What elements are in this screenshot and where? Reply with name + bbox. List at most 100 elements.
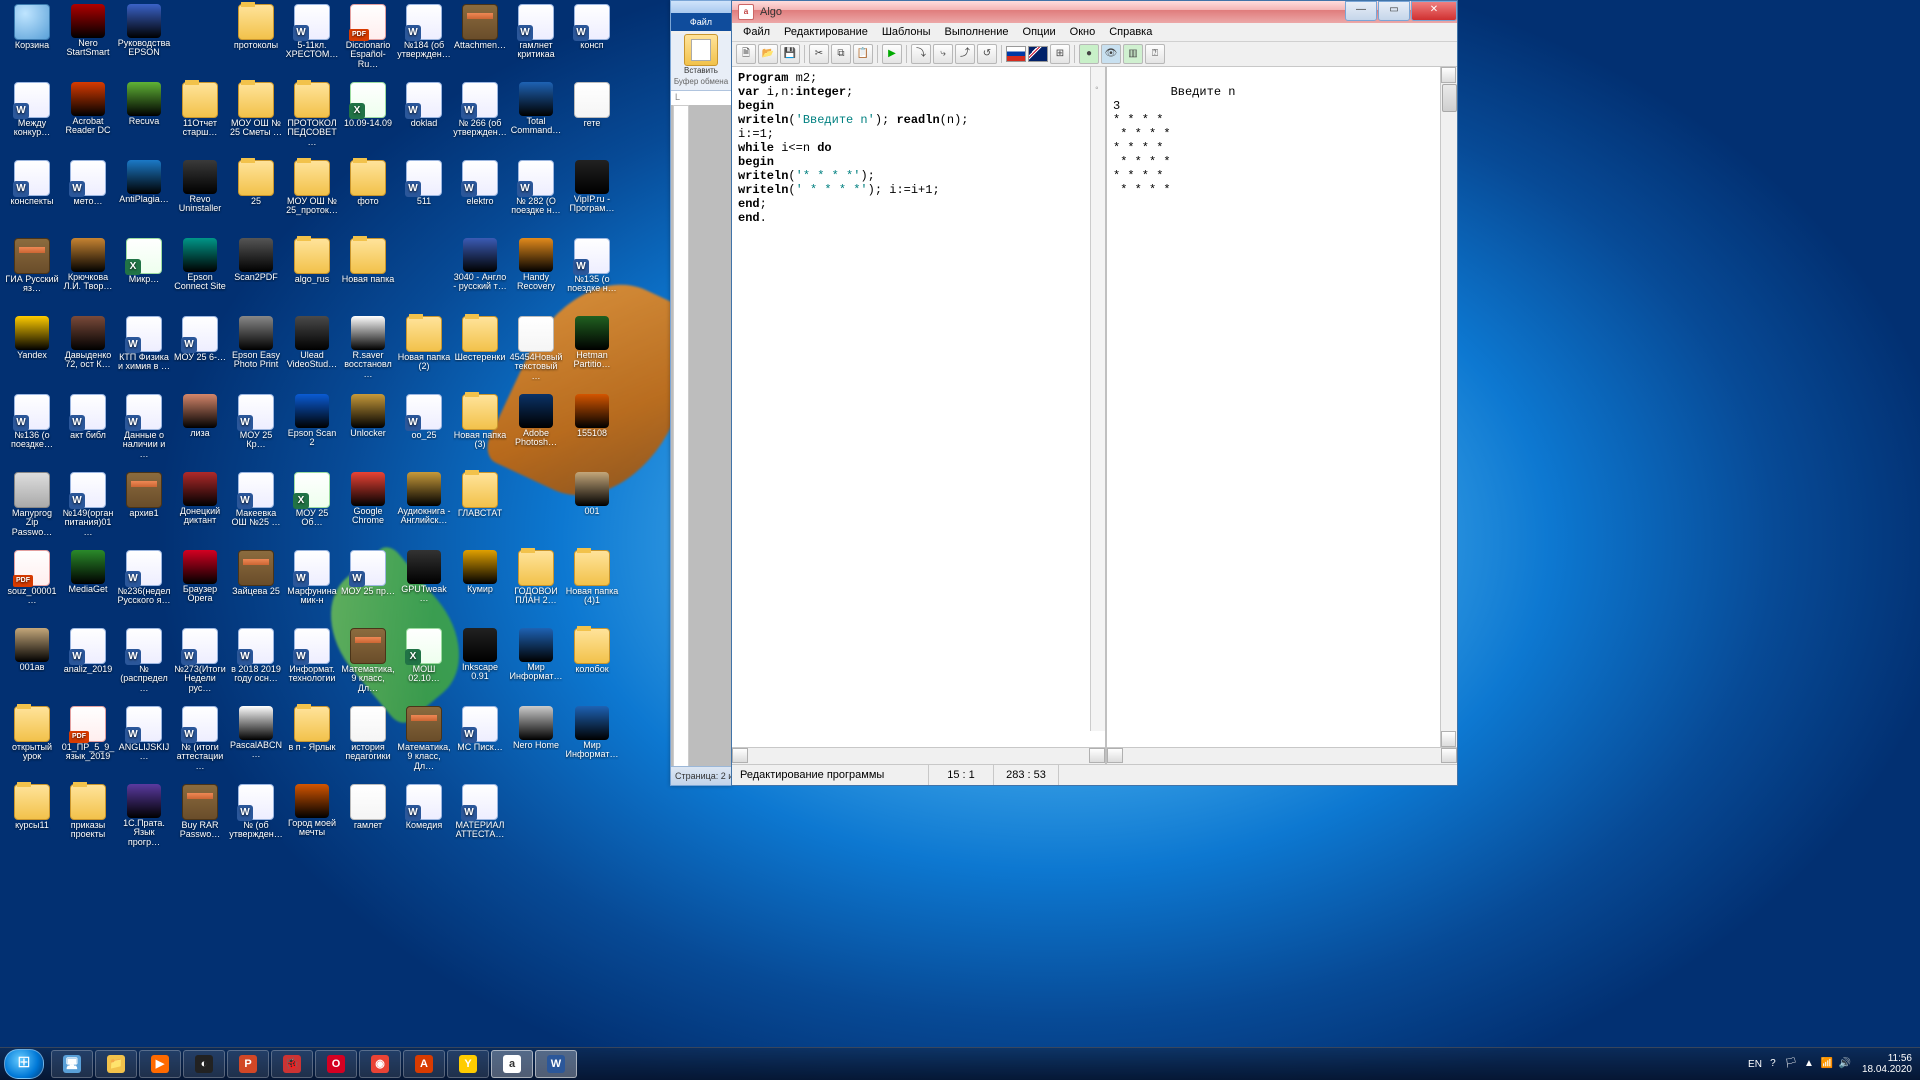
- output-h-scrollbar[interactable]: [1107, 747, 1457, 764]
- desktop-icon[interactable]: курсы11: [5, 782, 59, 856]
- desktop-icon[interactable]: гамлет: [341, 782, 395, 856]
- desktop-icon[interactable]: Давыденко 72, ост К…: [61, 314, 115, 388]
- desktop-icon[interactable]: Кумир: [453, 548, 507, 622]
- desktop-icon[interactable]: МОУ 25 Кр…: [229, 392, 283, 466]
- desktop-icon[interactable]: ГОДОВОЙ ПЛАН 2…: [509, 548, 563, 622]
- taskbar-app-button[interactable]: ▶: [139, 1050, 181, 1078]
- desktop-icon[interactable]: консп: [565, 2, 619, 76]
- word-file-tab[interactable]: Файл: [671, 13, 731, 31]
- output-console[interactable]: Введите n 3 * * * * * * * * * * * * * * …: [1107, 67, 1457, 747]
- desktop-icon[interactable]: №273(Итоги Недели рус…: [173, 626, 227, 700]
- desktop-icon[interactable]: PascalABCN…: [229, 704, 283, 778]
- desktop-icon[interactable]: Epson Scan 2: [285, 392, 339, 466]
- desktop-icon[interactable]: Новая папка (3): [453, 392, 507, 466]
- desktop-icon[interactable]: в п - Ярлык: [285, 704, 339, 778]
- desktop-icon[interactable]: Google Chrome: [341, 470, 395, 544]
- word-window[interactable]: Файл Вставить Буфер обмена Страница: 2 и: [670, 0, 732, 786]
- menu-item[interactable]: Выполнение: [938, 26, 1016, 38]
- word-titlebar[interactable]: [671, 1, 731, 13]
- desktop-icon[interactable]: Браузер Opera: [173, 548, 227, 622]
- desktop-icon[interactable]: Attachmen…: [453, 2, 507, 76]
- desktop-icon[interactable]: Новая папка (4)1: [565, 548, 619, 622]
- desktop-icon[interactable]: Manyprog Zip Passwo…: [5, 470, 59, 544]
- desktop-icon[interactable]: Total Command…: [509, 80, 563, 154]
- help-pointer-icon[interactable]: ⍰: [1145, 44, 1165, 64]
- desktop-icon[interactable]: гете: [565, 80, 619, 154]
- desktop-icon[interactable]: Макеевка ОШ №25 …: [229, 470, 283, 544]
- output-v-scrollbar[interactable]: [1440, 67, 1457, 747]
- desktop-icon[interactable]: VipIP.ru - Програм…: [565, 158, 619, 232]
- taskbar-app-button[interactable]: 🖥: [51, 1050, 93, 1078]
- desktop-icon[interactable]: Nero StartSmart: [61, 2, 115, 76]
- desktop-icon[interactable]: Handy Recovery: [509, 236, 563, 310]
- paste-icon[interactable]: [684, 34, 718, 66]
- desktop-icon[interactable]: МАТЕРИАЛ АТТЕСТА…: [453, 782, 507, 856]
- desktop-icon[interactable]: протоколы: [229, 2, 283, 76]
- cut-icon[interactable]: ✂: [809, 44, 829, 64]
- desktop-icon[interactable]: история педагогики: [341, 704, 395, 778]
- copy-icon[interactable]: ⧉: [831, 44, 851, 64]
- taskbar-app-button[interactable]: ◐: [183, 1050, 225, 1078]
- desktop-icon[interactable]: Ulead VideoStud…: [285, 314, 339, 388]
- taskbar-app-button[interactable]: ◉: [359, 1050, 401, 1078]
- desktop-icon[interactable]: Мир Информат…: [565, 704, 619, 778]
- desktop-icon[interactable]: Между конкур…: [5, 80, 59, 154]
- menu-item[interactable]: Опции: [1016, 26, 1063, 38]
- desktop-icon[interactable]: № (итоги аттестации…: [173, 704, 227, 778]
- desktop-icon[interactable]: doklad: [397, 80, 451, 154]
- step-out-icon[interactable]: ⤴: [955, 44, 975, 64]
- tray-lang[interactable]: EN: [1748, 1059, 1762, 1070]
- desktop-icon[interactable]: Unlocker: [341, 392, 395, 466]
- desktop-icon[interactable]: Шестеренки: [453, 314, 507, 388]
- desktop-icon[interactable]: колобок: [565, 626, 619, 700]
- step-over-icon[interactable]: ⤷: [933, 44, 953, 64]
- tray-volume-icon[interactable]: 🔊: [1838, 1057, 1852, 1071]
- trace-icon[interactable]: ↺: [977, 44, 997, 64]
- desktop-icon[interactable]: в 2018 2019 году осн…: [229, 626, 283, 700]
- desktop-icon[interactable]: Крючкова Л.И. Твор…: [61, 236, 115, 310]
- desktop-icon[interactable]: № (распредел…: [117, 626, 171, 700]
- taskbar-app-button[interactable]: W: [535, 1050, 577, 1078]
- desktop-icon[interactable]: Зайцева 25: [229, 548, 283, 622]
- minimize-button[interactable]: —: [1345, 1, 1377, 21]
- open-file-icon[interactable]: 📂: [758, 44, 778, 64]
- desktop-icon[interactable]: Revo Uninstaller: [173, 158, 227, 232]
- desktop-icon[interactable]: № 266 (об утвержден…: [453, 80, 507, 154]
- desktop-icon[interactable]: Комедия: [397, 782, 451, 856]
- desktop-icon[interactable]: Математика, 9 класс, Дл…: [341, 626, 395, 700]
- word-document-area[interactable]: [671, 105, 731, 767]
- desktop-icon[interactable]: фото: [341, 158, 395, 232]
- taskbar-app-button[interactable]: O: [315, 1050, 357, 1078]
- desktop-icon[interactable]: R.saver восстановл…: [341, 314, 395, 388]
- algo-titlebar[interactable]: a Algo — ▭ ✕: [732, 1, 1457, 23]
- desktop-icon[interactable]: № (об утвержден…: [229, 782, 283, 856]
- desktop-icon[interactable]: MediaGet: [61, 548, 115, 622]
- desktop-icon[interactable]: Руководства EPSON: [117, 2, 171, 76]
- desktop-icon[interactable]: ГИА Русский яз…: [5, 236, 59, 310]
- desktop-icon[interactable]: ПРОТОКОЛ ПЕДСОВЕТ…: [285, 80, 339, 154]
- maximize-button[interactable]: ▭: [1378, 1, 1410, 21]
- desktop-icon[interactable]: лиза: [173, 392, 227, 466]
- desktop-icon[interactable]: 1С.Прата. Язык прогр…: [117, 782, 171, 856]
- desktop-icon[interactable]: приказы проекты: [61, 782, 115, 856]
- desktop-icon[interactable]: GPUTweak…: [397, 548, 451, 622]
- menu-item[interactable]: Окно: [1063, 26, 1103, 38]
- desktop-icon[interactable]: AntiPlagia…: [117, 158, 171, 232]
- template-icon[interactable]: ⊞: [1050, 44, 1070, 64]
- desktop-icon[interactable]: Марфунина мик-н: [285, 548, 339, 622]
- desktop-icon[interactable]: Город моей мечты: [285, 782, 339, 856]
- desktop-icon[interactable]: №136 (о поездке…: [5, 392, 59, 466]
- close-button[interactable]: ✕: [1411, 1, 1457, 21]
- output-toggle-icon[interactable]: ▥: [1123, 44, 1143, 64]
- taskbar-app-button[interactable]: 🐞: [271, 1050, 313, 1078]
- desktop-icon[interactable]: №184 (об утвержден…: [397, 2, 451, 76]
- desktop-icon[interactable]: Scan2PDF: [229, 236, 283, 310]
- desktop-icon[interactable]: 10.09-14.09: [341, 80, 395, 154]
- desktop-icon[interactable]: №236(недел Русского я…: [117, 548, 171, 622]
- desktop-icon[interactable]: Информат. технологии: [285, 626, 339, 700]
- desktop-icon[interactable]: Математика, 9 класс, Дл…: [397, 704, 451, 778]
- desktop-icon[interactable]: Hetman Partitio…: [565, 314, 619, 388]
- desktop-icon[interactable]: Buy RAR Passwo…: [173, 782, 227, 856]
- desktop-icon[interactable]: МОУ ОШ № 25 Сметы …: [229, 80, 283, 154]
- desktop-icon[interactable]: Acrobat Reader DC: [61, 80, 115, 154]
